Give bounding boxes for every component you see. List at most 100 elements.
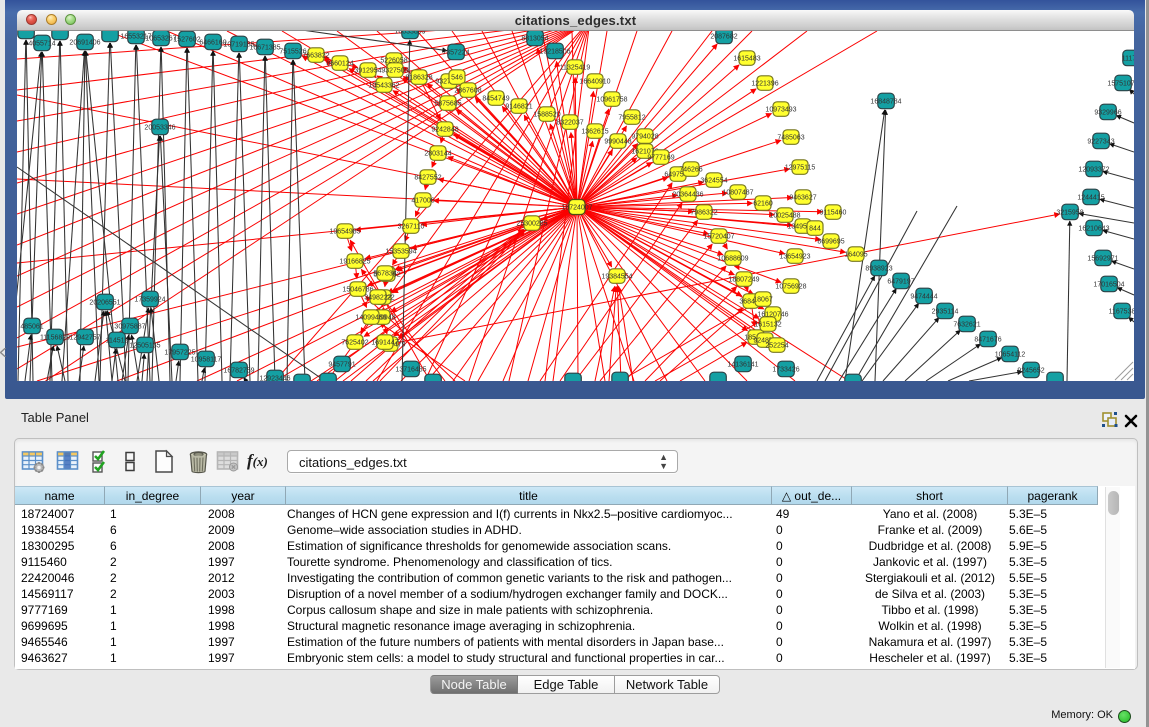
svg-text:19218506: 19218506 (539, 48, 570, 55)
svg-text:10688609: 10688609 (717, 255, 748, 262)
svg-text:1733426: 1733426 (772, 366, 799, 373)
svg-text:5875685: 5875685 (434, 100, 461, 107)
svg-text:16640910: 16640910 (579, 78, 610, 85)
svg-text:567834: 567834 (373, 270, 396, 277)
svg-text:15692971: 15692971 (1087, 255, 1118, 262)
svg-text:16671385: 16671385 (249, 44, 280, 51)
svg-text:9457791: 9457791 (328, 361, 355, 368)
svg-text:16848784: 16848784 (870, 98, 901, 105)
svg-text:8427552: 8427552 (414, 174, 441, 181)
svg-text:9474444: 9474444 (910, 293, 937, 300)
svg-text:30975887: 30975887 (114, 323, 145, 330)
svg-text:7663822: 7663822 (302, 52, 329, 59)
svg-text:8471676: 8471676 (974, 336, 1001, 343)
svg-text:9329966: 9329966 (1094, 109, 1121, 116)
svg-text:10958117: 10958117 (191, 356, 222, 363)
svg-text:3498222: 3498222 (364, 294, 391, 301)
svg-text:7986322: 7986322 (690, 209, 717, 216)
svg-text:20364436: 20364436 (672, 191, 703, 198)
svg-text:2867608: 2867608 (454, 87, 481, 94)
svg-text:20053346: 20053346 (144, 124, 175, 131)
svg-text:7485063: 7485063 (777, 134, 804, 141)
svg-text:12975115: 12975115 (785, 164, 816, 171)
svg-text:10654112: 10654112 (995, 351, 1026, 358)
svg-text:18067: 18067 (753, 296, 773, 303)
svg-text:546: 546 (451, 74, 463, 81)
svg-text:1588520: 1588520 (533, 111, 560, 118)
svg-text:10025488: 10025488 (769, 212, 800, 219)
svg-text:485061: 485061 (20, 323, 43, 330)
svg-text:17359924: 17359924 (134, 296, 165, 303)
svg-text:252254: 252254 (765, 342, 788, 349)
svg-text:3624554: 3624554 (700, 177, 727, 184)
svg-text:10807487: 10807487 (722, 189, 753, 196)
svg-text:9146821: 9146821 (505, 103, 532, 110)
svg-text:7632621: 7632621 (953, 321, 980, 328)
svg-text:15751074: 15751074 (1107, 80, 1134, 87)
svg-text:8454749: 8454749 (482, 95, 509, 102)
svg-text:7955812: 7955812 (618, 114, 645, 121)
svg-text:11325419: 11325419 (560, 64, 591, 71)
svg-text:4055714: 4055714 (28, 40, 55, 47)
svg-text:8813054: 8813054 (521, 35, 548, 42)
svg-text:15720407: 15720407 (703, 233, 734, 240)
svg-text:8699695: 8699695 (817, 238, 844, 245)
svg-text:10961758: 10961758 (596, 96, 627, 103)
svg-text:1362615: 1362615 (581, 128, 608, 135)
svg-text:1527602: 1527602 (173, 36, 200, 43)
svg-text:9227343: 9227343 (1087, 138, 1114, 145)
svg-text:7357224: 7357224 (442, 49, 469, 56)
svg-text:15353594: 15353594 (385, 248, 416, 255)
svg-text:9242848: 9242848 (431, 126, 458, 133)
svg-text:1691447: 1691447 (371, 339, 398, 346)
svg-text:19384554: 19384554 (601, 273, 632, 280)
svg-text:18724007: 18724007 (561, 204, 592, 211)
svg-text:20206551: 20206551 (89, 299, 120, 306)
svg-text:14136141: 14136141 (727, 361, 758, 368)
svg-text:17016504: 17016504 (1093, 281, 1124, 288)
svg-text:10543362: 10543362 (368, 82, 399, 89)
svg-text:12923446: 12923446 (259, 375, 290, 381)
svg-text:20691406: 20691406 (69, 39, 100, 46)
svg-text:18807249: 18807249 (728, 276, 759, 283)
svg-text:9794028: 9794028 (631, 133, 658, 140)
svg-text:25300285: 25300285 (516, 220, 547, 227)
svg-text:10756928: 10756928 (775, 283, 806, 290)
svg-text:746266: 746266 (679, 166, 702, 173)
svg-text:9115460: 9115460 (820, 209, 847, 216)
svg-text:2935114: 2935114 (932, 308, 959, 315)
svg-text:14099489: 14099489 (355, 314, 386, 321)
svg-text:9990448: 9990448 (604, 138, 631, 145)
svg-text:9245652: 9245652 (1017, 367, 1044, 374)
svg-text:3912954: 3912954 (354, 67, 381, 74)
svg-text:8322037: 8322037 (556, 119, 583, 126)
svg-text:17957225: 17957225 (164, 349, 195, 356)
svg-text:1244415: 1244415 (1077, 194, 1104, 201)
svg-text:1615132: 1615132 (754, 321, 781, 328)
svg-text:8660124: 8660124 (326, 60, 353, 67)
svg-text:844: 844 (809, 225, 821, 232)
svg-text:12093372: 12093372 (1078, 166, 1109, 173)
svg-text:12505135: 12505135 (129, 342, 160, 349)
svg-text:9777169: 9777169 (647, 154, 674, 161)
svg-text:1615483: 1615483 (733, 55, 760, 62)
svg-text:16210643: 16210643 (1078, 225, 1109, 232)
svg-text:10973493: 10973493 (765, 106, 796, 113)
svg-text:19654985: 19654985 (329, 228, 360, 235)
svg-text:2087682: 2087682 (710, 33, 737, 40)
svg-text:3267110: 3267110 (398, 223, 425, 230)
svg-text:164095: 164095 (844, 251, 867, 258)
svg-text:9327509: 9327509 (381, 67, 408, 74)
svg-text:12942757: 12942757 (69, 334, 100, 341)
svg-text:16033809: 16033809 (394, 31, 425, 35)
svg-text:10653267: 10653267 (145, 35, 176, 42)
svg-text:62160: 62160 (753, 200, 773, 207)
svg-text:3215958: 3215958 (1056, 209, 1083, 216)
svg-text:114519: 114519 (106, 337, 129, 344)
svg-text:8186328: 8186328 (405, 74, 432, 81)
svg-text:1221396: 1221396 (751, 80, 778, 87)
svg-text:19166825: 19166825 (339, 258, 370, 265)
svg-text:417006: 417006 (411, 197, 434, 204)
svg-text:16782759: 16782759 (223, 367, 254, 374)
svg-text:8938923: 8938923 (865, 265, 892, 272)
